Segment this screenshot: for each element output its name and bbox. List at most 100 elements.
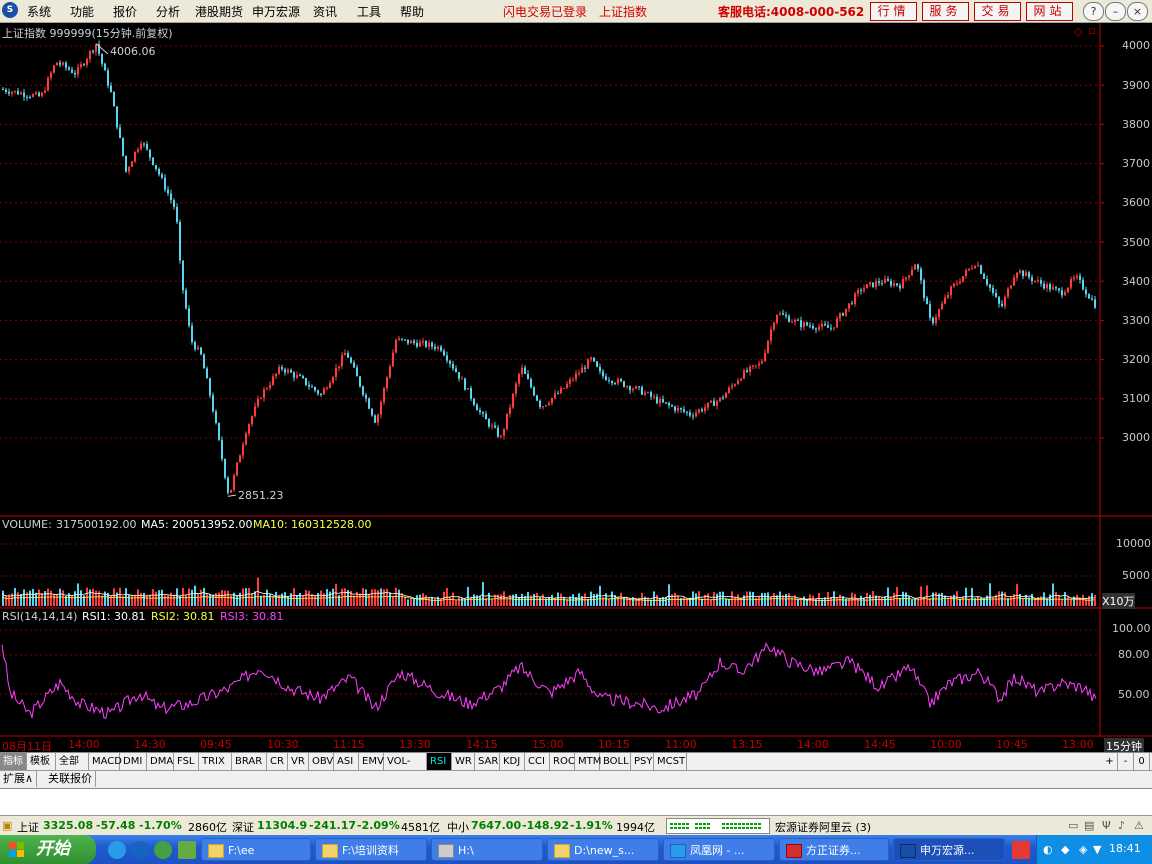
indicator-tab-模板[interactable]: 模板: [27, 753, 56, 770]
time-label: 10:00: [930, 738, 962, 751]
time-label: 13:15: [731, 738, 763, 751]
taskbar-item[interactable]: F:\ee: [201, 838, 311, 861]
sz-pct: -2.09%: [357, 819, 400, 832]
indicator-tab-cci[interactable]: CCI: [525, 753, 550, 770]
indicator-tab-fsl[interactable]: FSL: [174, 753, 199, 770]
indicator-tab-vol-tdx[interactable]: VOL-TDX: [384, 753, 427, 784]
folder-icon: [554, 844, 570, 858]
indicator-tab-全部[interactable]: 全部: [56, 753, 89, 770]
chart-area[interactable]: 上证指数 999999(15分钟.前复权) 4006.06 2851.23 ◇ …: [0, 23, 1152, 754]
indicator-tab-asi[interactable]: ASI: [334, 753, 359, 770]
indicator-tab-dmi[interactable]: DMI: [120, 753, 147, 770]
shield-icon[interactable]: ▼: [1093, 843, 1101, 856]
volume-tick: 10000: [1116, 537, 1151, 550]
volume-icon[interactable]: ◆: [1061, 843, 1069, 856]
broker-server[interactable]: 宏源证券阿里云 (3): [775, 819, 871, 835]
taskbar-item[interactable]: 方正证券...: [779, 838, 889, 861]
price-tick: 3300: [1122, 314, 1150, 327]
diamond-icon[interactable]: ◇: [1074, 25, 1082, 38]
browser-icon[interactable]: [154, 841, 172, 859]
volume-ma10-label: MA10:: [253, 518, 288, 531]
menu-function[interactable]: 功能: [70, 3, 94, 20]
chrome-icon[interactable]: [131, 841, 149, 859]
wifi-icon[interactable]: Ψ: [1102, 819, 1111, 832]
time-label: 10:15: [598, 738, 630, 751]
time-label: 14:15: [466, 738, 498, 751]
zoom-out-button[interactable]: -: [1118, 753, 1134, 770]
layout-icon[interactable]: ▭: [1068, 819, 1078, 832]
indicator-tab-sar[interactable]: SAR: [475, 753, 500, 770]
time-label: 13:00: [1062, 738, 1094, 751]
indicator-tab-macd[interactable]: MACD: [89, 753, 122, 770]
signal-strength-indicator: [666, 818, 770, 834]
taskbar-item[interactable]: D:\new_s...: [547, 838, 659, 861]
zx-name[interactable]: 中小: [447, 819, 469, 835]
menu-help[interactable]: 帮助: [400, 3, 424, 20]
bell-icon[interactable]: ♪: [1118, 819, 1125, 832]
menu-tools[interactable]: 工具: [357, 3, 381, 20]
indicator-tab-psy[interactable]: PSY: [631, 753, 654, 770]
minimize-icon[interactable]: –: [1105, 2, 1126, 21]
indicator-tab-mtm[interactable]: MTM: [575, 753, 601, 770]
time-label: 14:45: [864, 738, 896, 751]
extension-bar: 扩展∧ 关联报价: [0, 770, 1152, 788]
indicator-tab-rsi[interactable]: RSI: [427, 753, 452, 770]
indicator-tab-vr[interactable]: VR: [288, 753, 309, 770]
menu-shenwan[interactable]: 申万宏源: [252, 3, 300, 20]
indicator-tab-cr[interactable]: CR: [267, 753, 288, 770]
menu-system[interactable]: 系统: [27, 3, 51, 20]
zoom-in-button[interactable]: +: [1102, 753, 1118, 770]
indicator-tab-kdj[interactable]: KDJ: [500, 753, 525, 770]
taskbar-item[interactable]: F:\培训资料: [315, 838, 427, 861]
menu-news[interactable]: 资讯: [313, 3, 337, 20]
low-price-label: 2851.23: [238, 489, 284, 502]
input-method-icon[interactable]: [1012, 841, 1030, 859]
expand-button[interactable]: 扩展∧: [0, 771, 38, 787]
ie-icon[interactable]: [108, 841, 126, 859]
taskbar-item[interactable]: H:\: [431, 838, 543, 861]
price-tick: 3500: [1122, 236, 1150, 249]
menu-quote[interactable]: 报价: [113, 3, 137, 20]
volume-tick: 5000: [1122, 569, 1150, 582]
taskbar-item[interactable]: 凤凰网 - ...: [663, 838, 775, 861]
sz-name[interactable]: 深证: [232, 819, 254, 835]
trade-button[interactable]: 交易: [974, 2, 1021, 21]
indicator-tab-mcst[interactable]: MCST: [654, 753, 687, 770]
indicator-tab-wr[interactable]: WR: [452, 753, 475, 770]
calendar-icon[interactable]: ▤: [1084, 819, 1094, 832]
app-logo-icon: S: [2, 2, 18, 18]
indicator-tab-dma[interactable]: DMA: [147, 753, 174, 770]
service-button[interactable]: 服务: [922, 2, 969, 21]
indicator-tab-trix[interactable]: TRIX: [199, 753, 232, 770]
time-label: 11:00: [665, 738, 697, 751]
time-axis: 08月11日 14:00 14:30 09:45 10:30 11:15 13:…: [0, 737, 1152, 754]
indicator-tab-emv[interactable]: EMV: [359, 753, 384, 770]
taskbar-item-active[interactable]: 申万宏源...: [893, 838, 1005, 861]
indicator-tab-obv[interactable]: OBV: [309, 753, 334, 770]
restore-icon[interactable]: ▫: [1088, 24, 1095, 37]
zoom-reset-button[interactable]: 0: [1134, 753, 1150, 770]
help-icon[interactable]: ?: [1083, 2, 1104, 21]
start-button[interactable]: 开始: [0, 835, 96, 864]
security-icon[interactable]: ◈: [1079, 843, 1087, 856]
related-quotes-tab[interactable]: 关联报价: [45, 771, 96, 787]
quotes-button[interactable]: 行情: [870, 2, 917, 21]
indicator-tab-指标[interactable]: 指标: [0, 753, 27, 770]
menu-analysis[interactable]: 分析: [156, 3, 180, 20]
alert-icon[interactable]: ⚠: [1134, 819, 1144, 832]
price-tick: 3900: [1122, 79, 1150, 92]
rsi-label: RSI(14,14,14): [2, 610, 78, 623]
founder-icon: [786, 844, 802, 858]
chart-canvas: [0, 23, 1152, 737]
close-icon[interactable]: ×: [1127, 2, 1148, 21]
indicator-tab-boll[interactable]: BOLL: [600, 753, 631, 770]
indicator-tabs: 指标 模板 全部 MACD DMI DMA FSL TRIX BRAR CR VR OBV ASI EMV…: [0, 752, 1152, 784]
sh-name[interactable]: 上证: [17, 819, 39, 835]
indicator-tab-roc[interactable]: ROC: [550, 753, 575, 770]
menu-hk-futures[interactable]: 港股期货: [195, 3, 243, 20]
indicator-tab-brar[interactable]: BRAR: [232, 753, 267, 770]
sz-value: 11304.9: [257, 819, 308, 832]
network-icon[interactable]: ◐: [1043, 843, 1053, 856]
website-button[interactable]: 网站: [1026, 2, 1073, 21]
chart-app-icon[interactable]: [178, 841, 196, 859]
